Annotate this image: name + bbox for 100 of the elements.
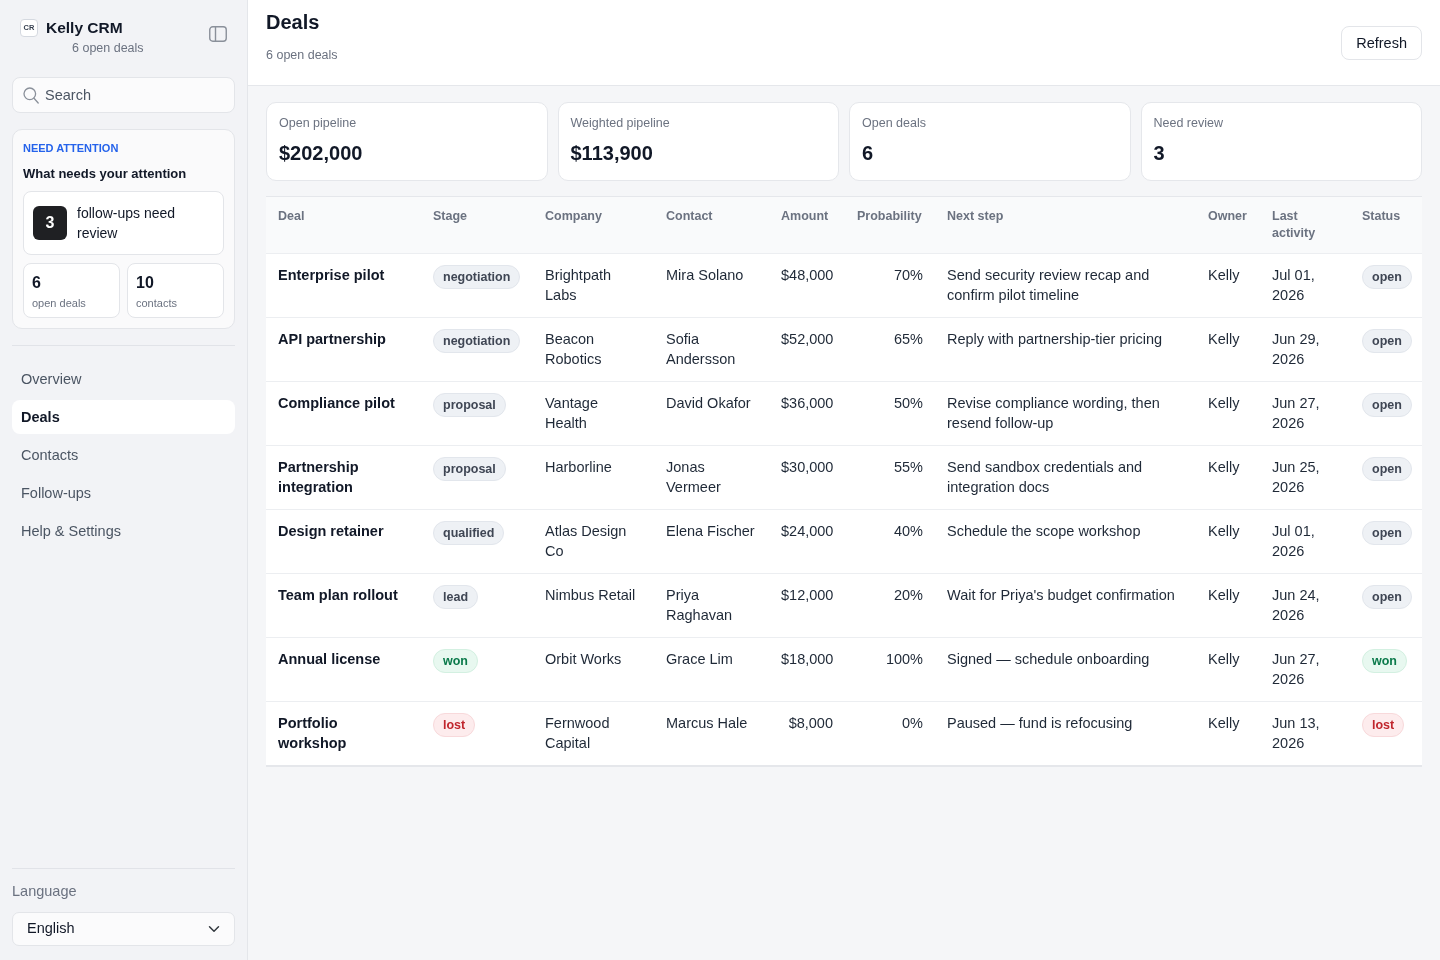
table-cell: Brightpath Labs bbox=[533, 253, 654, 318]
table-cell: Sofia Andersson bbox=[654, 317, 769, 382]
table-cell: Grace Lim bbox=[654, 637, 769, 702]
table-cell: Orbit Works bbox=[533, 637, 654, 702]
deal-name: API partnership bbox=[266, 317, 421, 382]
table-cell: Vantage Health bbox=[533, 381, 654, 446]
status-badge: won bbox=[1362, 649, 1407, 673]
table-cell: Jun 29, 2026 bbox=[1260, 317, 1350, 382]
brand-subtitle: 6 open deals bbox=[72, 40, 144, 57]
column-header: Owner bbox=[1196, 196, 1260, 254]
table-cell: 65% bbox=[845, 317, 935, 382]
stat-value: $202,000 bbox=[279, 141, 364, 165]
summary-value: 10 bbox=[136, 273, 155, 293]
table-cell: Jun 24, 2026 bbox=[1260, 573, 1350, 638]
summary-label: open deals bbox=[32, 296, 87, 310]
search-field[interactable]: Search bbox=[12, 77, 235, 113]
column-header: Stage bbox=[421, 196, 533, 254]
table-cell: David Okafor bbox=[654, 381, 769, 446]
sidebar-nav-item[interactable]: Help & Settings bbox=[12, 514, 235, 548]
table-cell: Kelly bbox=[1196, 509, 1260, 574]
deal-name: Partnership integration bbox=[266, 445, 421, 510]
column-header: Amount bbox=[769, 196, 845, 254]
follow-up-count: 3 bbox=[33, 206, 67, 240]
language-select[interactable]: English bbox=[12, 912, 235, 946]
table-cell: Atlas Design Co bbox=[533, 509, 654, 574]
summary-label: contacts bbox=[136, 296, 178, 310]
summary-value: 6 bbox=[32, 273, 42, 293]
table-cell: Harborline bbox=[533, 445, 654, 510]
status-badge: lost bbox=[1362, 713, 1405, 737]
table-cell: Kelly bbox=[1196, 253, 1260, 318]
stat-value: 3 bbox=[1153, 141, 1166, 165]
stat-label: Open pipeline bbox=[279, 115, 358, 132]
stat-value: 6 bbox=[862, 141, 875, 165]
table-cell: Revise compliance wording, then resend follow-up bbox=[935, 381, 1196, 446]
table-cell: Elena Fischer bbox=[654, 509, 769, 574]
table-cell: Jun 27, 2026 bbox=[1260, 381, 1350, 446]
table-cell: Wait for Priya's budget confirmation bbox=[935, 573, 1196, 638]
refresh-button[interactable]: Refresh bbox=[1341, 26, 1422, 60]
status-badge: open bbox=[1362, 393, 1412, 417]
stat-value: $113,900 bbox=[570, 141, 654, 165]
column-header: Company bbox=[533, 196, 654, 254]
table-cell: Jul 01, 2026 bbox=[1260, 253, 1350, 318]
table-cell: Kelly bbox=[1196, 445, 1260, 510]
table-cell: $18,000 bbox=[769, 637, 845, 702]
page-subtitle: 6 open deals bbox=[266, 47, 338, 64]
table-cell: Send sandbox credentials and integration docs bbox=[935, 445, 1196, 510]
column-header: Last activity bbox=[1260, 196, 1350, 254]
table-cell: $12,000 bbox=[769, 573, 845, 638]
table-cell: Jonas Vermeer bbox=[654, 445, 769, 510]
stat-label: Open deals bbox=[862, 115, 927, 132]
stat-label: Need review bbox=[1153, 115, 1224, 132]
deal-name: Team plan rollout bbox=[266, 573, 421, 638]
table-cell: Nimbus Retail bbox=[533, 573, 654, 638]
table-cell: Priya Raghavan bbox=[654, 573, 769, 638]
table-cell: 20% bbox=[845, 573, 935, 638]
table-cell: $24,000 bbox=[769, 509, 845, 574]
table-cell: Kelly bbox=[1196, 317, 1260, 382]
deal-name: Compliance pilot bbox=[266, 381, 421, 446]
stage-badge: proposal bbox=[433, 457, 506, 481]
table-cell: 100% bbox=[845, 637, 935, 702]
brand-name: Kelly CRM bbox=[46, 18, 123, 38]
panel-icon[interactable] bbox=[209, 26, 227, 42]
table-cell: Jul 01, 2026 bbox=[1260, 509, 1350, 574]
table-cell: Schedule the scope workshop bbox=[935, 509, 1196, 574]
follow-up-label: follow-ups need review bbox=[77, 204, 177, 243]
page-title: Deals bbox=[266, 10, 321, 34]
table-cell: Paused — fund is refocusing bbox=[935, 701, 1196, 766]
deal-name: Annual license bbox=[266, 637, 421, 702]
table-cell: $48,000 bbox=[769, 253, 845, 318]
stage-badge: negotiation bbox=[433, 329, 521, 353]
table-cell: Kelly bbox=[1196, 637, 1260, 702]
deal-name: Design retainer bbox=[266, 509, 421, 574]
table-cell: Marcus Hale bbox=[654, 701, 769, 766]
table-cell: Reply with partnership-tier pricing bbox=[935, 317, 1196, 382]
table-cell: 70% bbox=[845, 253, 935, 318]
sidebar-nav-item[interactable]: Overview bbox=[12, 362, 235, 396]
follow-up-summary[interactable]: 3 follow-ups need review bbox=[23, 191, 224, 255]
section-title: What needs your attention bbox=[23, 165, 188, 182]
column-header: Status bbox=[1350, 196, 1422, 254]
table-cell: 40% bbox=[845, 509, 935, 574]
stage-badge: lost bbox=[433, 713, 476, 737]
table-cell: 55% bbox=[845, 445, 935, 510]
sidebar-nav-item[interactable]: Follow-ups bbox=[12, 476, 235, 510]
table-cell: Kelly bbox=[1196, 573, 1260, 638]
column-header: Probability bbox=[845, 196, 935, 254]
stage-badge: negotiation bbox=[433, 265, 521, 289]
table-cell: $8,000 bbox=[769, 701, 845, 766]
status-badge: open bbox=[1362, 585, 1412, 609]
status-badge: open bbox=[1362, 521, 1412, 545]
deal-name: Portfolio workshop bbox=[266, 701, 421, 766]
language-label: Language bbox=[12, 882, 78, 901]
table-cell: Jun 25, 2026 bbox=[1260, 445, 1350, 510]
sidebar-nav-item[interactable]: Deals bbox=[12, 400, 235, 434]
table-cell: Jun 13, 2026 bbox=[1260, 701, 1350, 766]
stage-badge: lead bbox=[433, 585, 478, 609]
column-header: Contact bbox=[654, 196, 769, 254]
table-cell: Jun 27, 2026 bbox=[1260, 637, 1350, 702]
sidebar-nav-item[interactable]: Contacts bbox=[12, 438, 235, 472]
column-header: Next step bbox=[935, 196, 1196, 254]
table-cell: Kelly bbox=[1196, 701, 1260, 766]
